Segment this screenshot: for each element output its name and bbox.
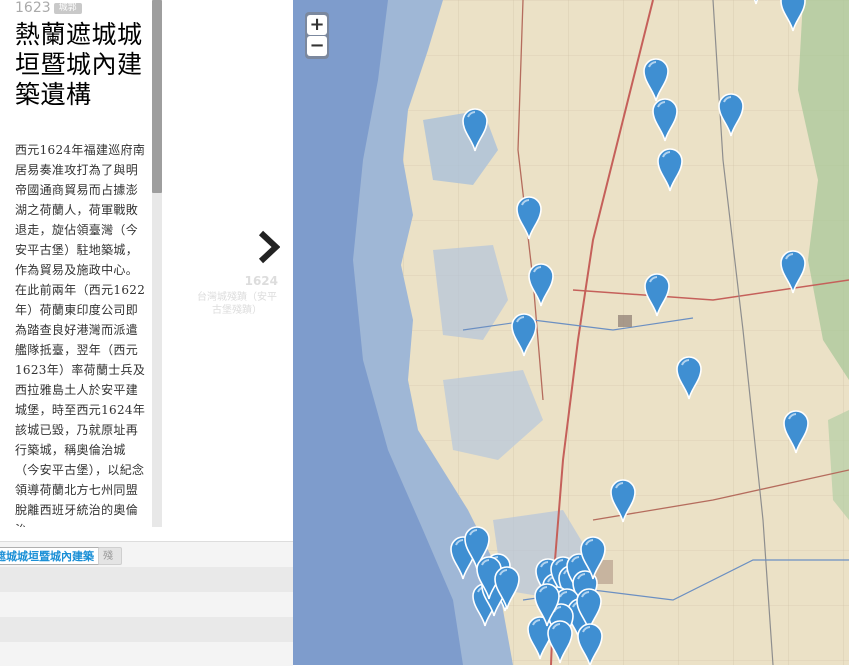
map-pin[interactable] (511, 313, 537, 357)
map-pin-icon (577, 623, 603, 665)
map-pin-icon (657, 148, 683, 192)
slide-title: 熱蘭遮城城垣暨城內建築遺構 (15, 20, 143, 109)
chevron-right-icon (258, 230, 280, 264)
map-pin-icon (528, 263, 554, 307)
map-markers-layer (293, 0, 849, 665)
zoom-control: + − (305, 12, 329, 59)
map-pin-icon (462, 108, 488, 152)
map-pin-icon (718, 93, 744, 137)
slide-scrollbar[interactable] (152, 0, 162, 527)
map-pin[interactable] (780, 250, 806, 294)
map-pin-icon (780, 250, 806, 294)
timeline-marker-active[interactable]: 遮城城垣暨城內建築 (0, 547, 101, 565)
map-pin[interactable] (643, 58, 669, 102)
map-pin[interactable] (652, 98, 678, 142)
map-pin[interactable] (516, 196, 542, 240)
map-pin[interactable] (644, 273, 670, 317)
map-pin-icon (534, 583, 560, 627)
slide-year: 1623 (15, 0, 51, 16)
timeline-track-row (0, 592, 293, 617)
category-tag: 城郭 (53, 3, 82, 14)
map-pin[interactable] (534, 583, 560, 627)
story-panel: 1623 城郭 熱蘭遮城城垣暨城內建築遺構 西元1624年福建巡府南居易奏准攻打為… (0, 0, 293, 541)
map-pin[interactable] (743, 0, 769, 5)
scrollbar-thumb[interactable] (152, 0, 162, 193)
map-pin-icon (580, 536, 606, 580)
timeline-track-row (0, 617, 293, 642)
map-pin-icon (676, 356, 702, 400)
map-pin[interactable] (494, 566, 520, 610)
map-pin[interactable] (610, 479, 636, 523)
map-pin-icon (494, 566, 520, 610)
timeline-track-row (0, 567, 293, 592)
map-pin-icon (511, 313, 537, 357)
map-pin[interactable] (577, 623, 603, 665)
timeline-navigator[interactable]: 遮城城垣暨城內建築 殘 (0, 541, 293, 666)
next-slide-button[interactable]: 1624 台灣城殘蹟（安平古堡殘蹟） (197, 230, 282, 320)
slide-content: 1623 城郭 熱蘭遮城城垣暨城內建築遺構 西元1624年福建巡府南居易奏准攻打為… (15, 0, 147, 527)
map-pin-icon (610, 479, 636, 523)
map-pin-icon (652, 98, 678, 142)
map-pin-icon (783, 410, 809, 454)
map-view[interactable]: + − (293, 0, 849, 665)
map-pin[interactable] (657, 148, 683, 192)
map-pin[interactable] (783, 410, 809, 454)
map-pin-icon (753, 0, 759, 5)
map-pin[interactable] (462, 108, 488, 152)
map-pin[interactable] (580, 536, 606, 580)
slide-date-row: 1623 城郭 (15, 0, 147, 18)
map-pin[interactable] (528, 263, 554, 307)
map-pin-icon (643, 58, 669, 102)
map-pin-icon (644, 273, 670, 317)
zoom-in-button[interactable]: + (307, 15, 327, 35)
map-pin-icon (780, 0, 806, 32)
next-slide-year: 1624 (244, 274, 278, 288)
map-pin[interactable] (676, 356, 702, 400)
map-pin[interactable] (780, 0, 806, 32)
zoom-out-button[interactable]: − (307, 36, 327, 56)
slide-description: 西元1624年福建巡府南居易奏准攻打為了與明帝國通商貿易而占據澎湖之荷蘭人，荷軍… (15, 143, 146, 527)
timeline-marker[interactable]: 殘 (98, 547, 122, 565)
current-slide: 1623 城郭 熱蘭遮城城垣暨城內建築遺構 西元1624年福建巡府南居易奏准攻打為… (0, 0, 162, 527)
timeline-track-row (0, 642, 293, 666)
map-pin-icon (516, 196, 542, 240)
next-slide-title: 台灣城殘蹟（安平古堡殘蹟） (197, 292, 277, 316)
map-pin[interactable] (718, 93, 744, 137)
